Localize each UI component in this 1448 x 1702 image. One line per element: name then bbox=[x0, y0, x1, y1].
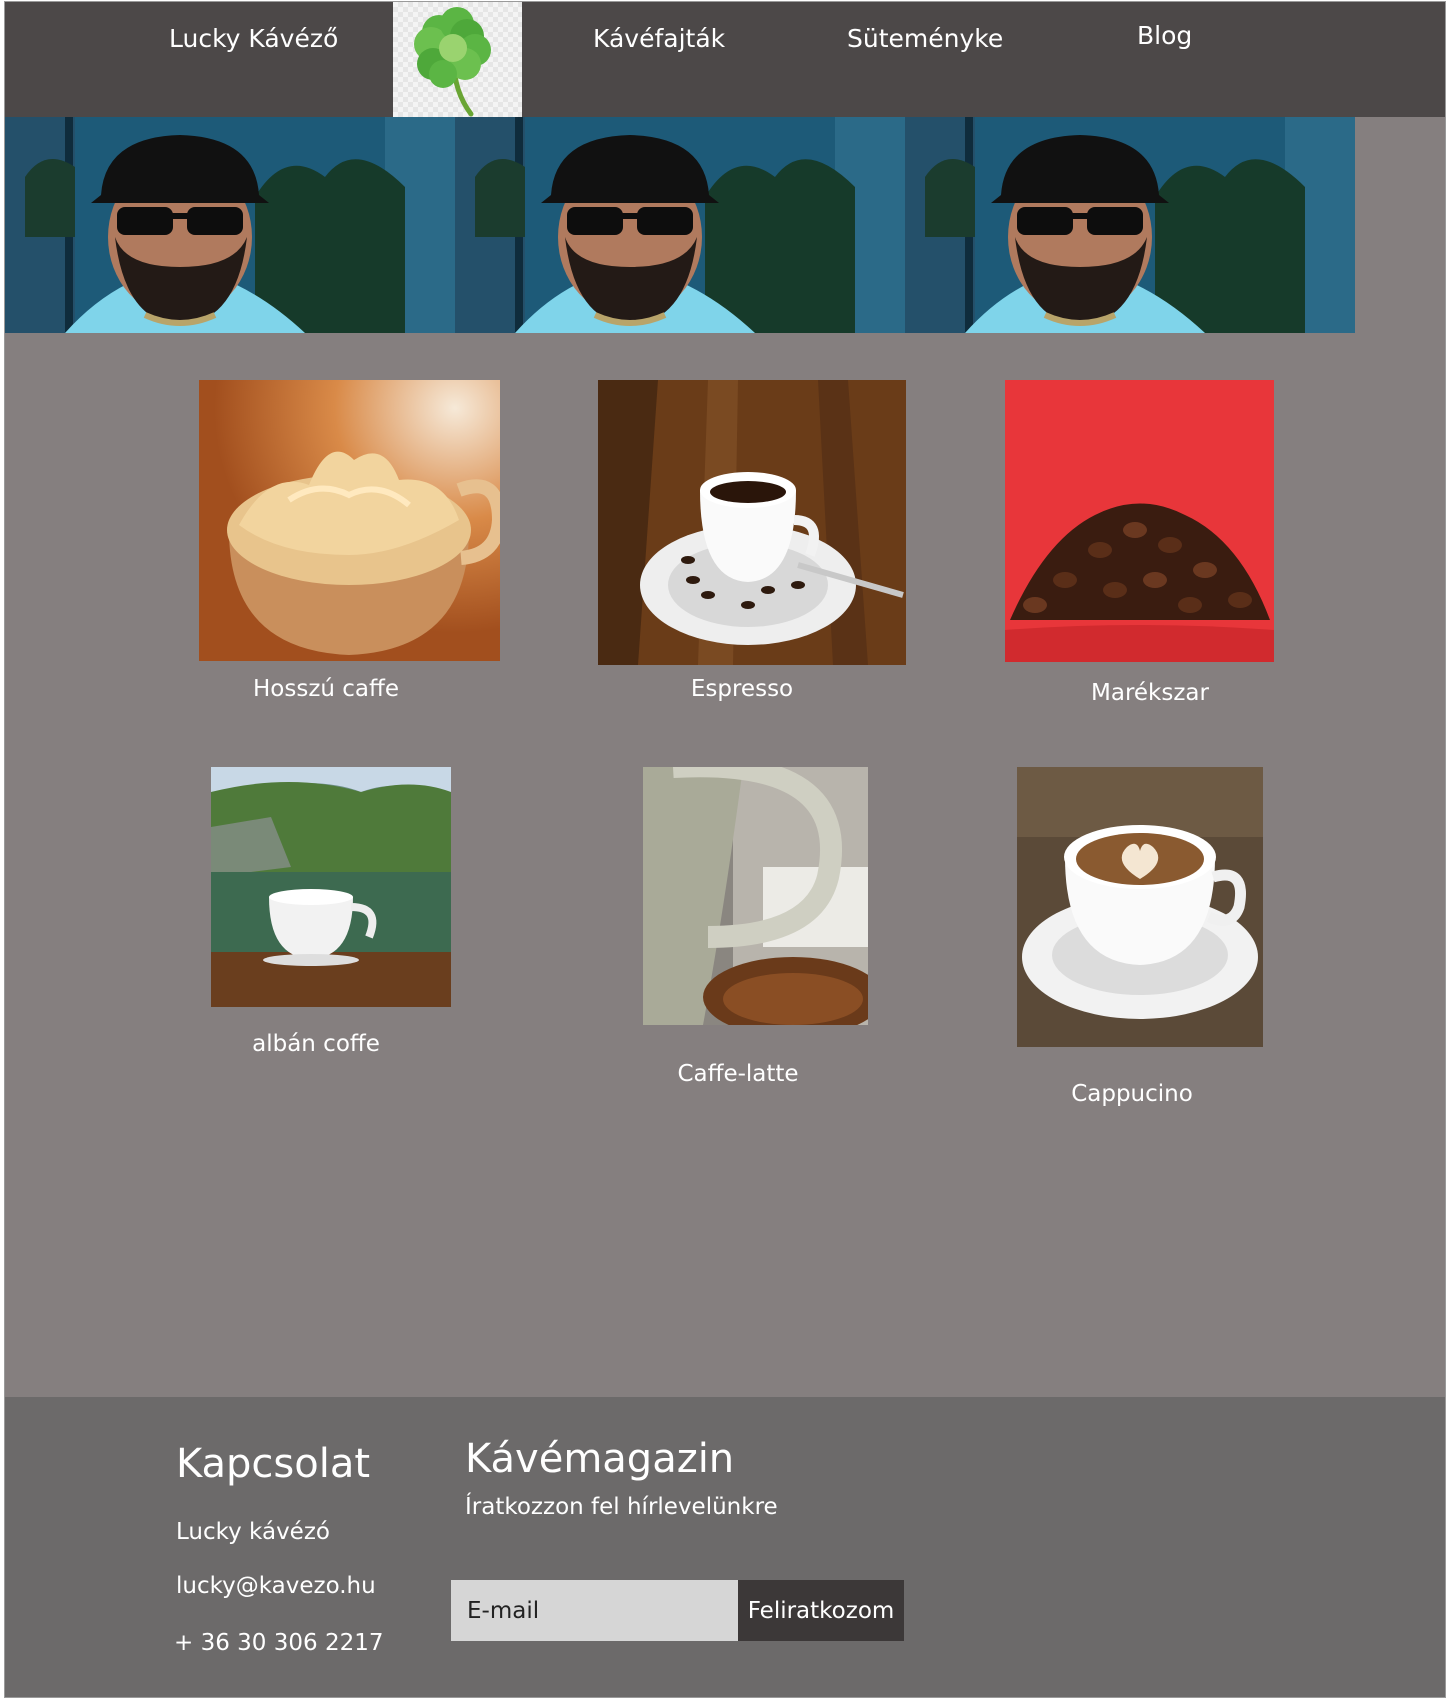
espresso-cup-image bbox=[598, 380, 906, 665]
footer: Kapcsolat Lucky kávézó lucky@kavezo.hu +… bbox=[5, 1397, 1445, 1697]
product-name: Caffe-latte bbox=[677, 1061, 799, 1087]
product-name: Espresso bbox=[690, 676, 794, 702]
cappuccino-cup-image bbox=[1017, 767, 1263, 1047]
product-name: Marékszar bbox=[1091, 680, 1209, 706]
top-navbar: Lucky Kávéző Kávéfajták Süteményke Blog bbox=[5, 2, 1445, 117]
clover-icon bbox=[414, 7, 491, 117]
product-card-espresso[interactable]: Espresso bbox=[598, 380, 906, 702]
hero-banner bbox=[5, 117, 1445, 333]
banner-portrait-image bbox=[455, 117, 905, 333]
newsletter-email-input[interactable] bbox=[451, 1580, 738, 1641]
nav-blog-link[interactable]: Blog bbox=[1137, 21, 1192, 50]
cream-coffee-image bbox=[199, 380, 500, 661]
nav-pastries-link[interactable]: Süteményke bbox=[847, 24, 1003, 53]
subscribe-button[interactable]: Feliratkozom bbox=[738, 1580, 904, 1641]
product-card-caffe-latte[interactable]: Caffe-latte bbox=[643, 767, 868, 1087]
page: Lucky Kávéző Kávéfajták Süteményke Blog bbox=[4, 1, 1446, 1698]
contact-heading: Kapcsolat bbox=[176, 1441, 371, 1487]
contact-email: lucky@kavezo.hu bbox=[176, 1573, 376, 1599]
product-name: albán coffe bbox=[252, 1031, 380, 1057]
newsletter-heading: Kávémagazin bbox=[465, 1436, 735, 1482]
product-name: Cappucino bbox=[1071, 1081, 1193, 1107]
nav-home-link[interactable]: Lucky Kávéző bbox=[169, 24, 338, 53]
product-card-cappucino[interactable]: Cappucino bbox=[1017, 767, 1263, 1107]
latte-cup-image bbox=[643, 767, 868, 1025]
product-card-marekszar[interactable]: Marékszar bbox=[1005, 380, 1274, 706]
nav-coffee-types-link[interactable]: Kávéfajták bbox=[593, 24, 725, 53]
product-card-hosszu-caffe[interactable]: Hosszú caffe bbox=[199, 380, 500, 702]
newsletter-subtitle: Íratkozzon fel hírlevelünkre bbox=[465, 1494, 778, 1520]
banner-portrait-image bbox=[905, 117, 1355, 333]
product-card-alban-coffe[interactable]: albán coffe bbox=[211, 767, 451, 1057]
banner-portrait-image bbox=[5, 117, 455, 333]
coffee-beans-image bbox=[1005, 380, 1274, 662]
contact-name: Lucky kávézó bbox=[176, 1519, 330, 1545]
contact-phone: + 36 30 306 2217 bbox=[174, 1630, 384, 1656]
logo[interactable] bbox=[393, 2, 522, 117]
product-name: Hosszú caffe bbox=[252, 676, 400, 702]
lake-coffee-image bbox=[211, 767, 451, 1007]
